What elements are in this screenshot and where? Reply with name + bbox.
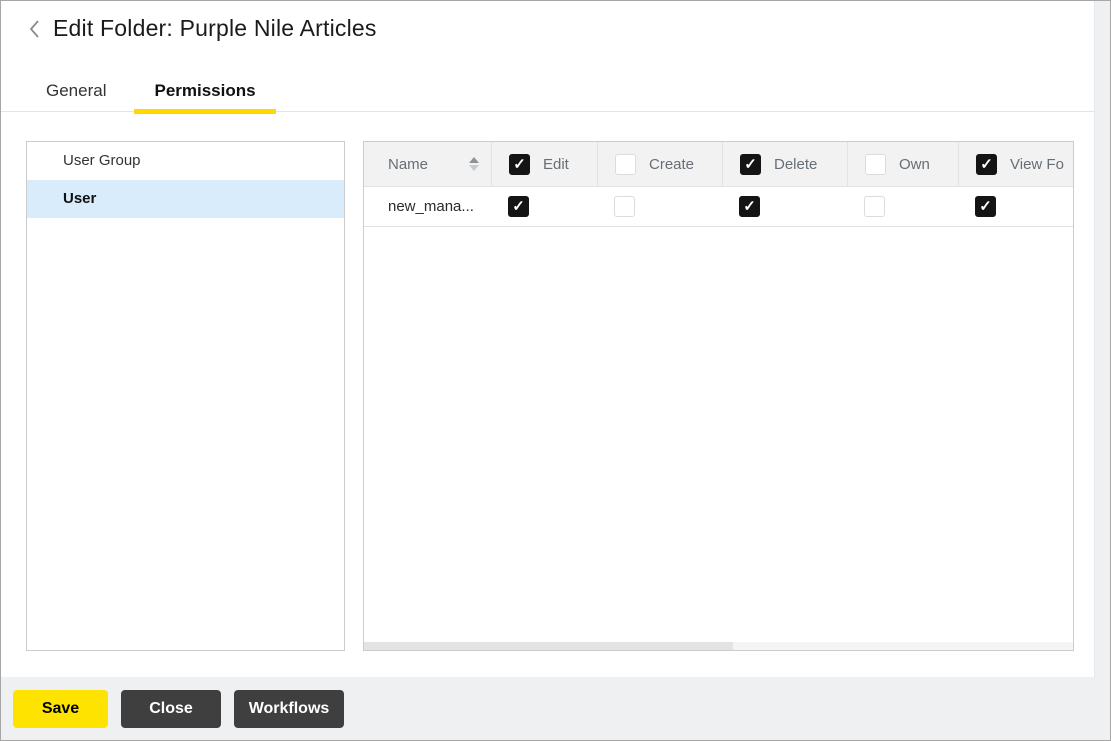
column-header-create-label: Create [649, 155, 695, 173]
column-header-own-label: Own [899, 155, 930, 173]
row-create-cell [597, 187, 722, 226]
row-delete-cell [722, 187, 847, 226]
column-header-name[interactable]: Name [364, 142, 491, 186]
row-delete-checkbox[interactable] [739, 196, 760, 217]
table-header-row: Name Edit Create Delete Own [364, 142, 1073, 187]
edit-select-all-checkbox[interactable] [509, 153, 530, 175]
row-view-folder-cell [958, 187, 1073, 226]
workflows-button[interactable]: Workflows [234, 689, 344, 728]
edit-folder-dialog: Edit Folder: Purple Nile Articles Genera… [0, 0, 1111, 741]
row-own-checkbox[interactable] [864, 196, 885, 217]
sort-desc-icon [469, 165, 479, 171]
row-own-cell [847, 187, 958, 226]
row-name-cell: new_mana... [364, 187, 491, 226]
row-view-folder-checkbox[interactable] [975, 196, 996, 217]
column-header-delete: Delete [722, 142, 847, 186]
close-button[interactable]: Close [121, 689, 221, 728]
column-header-edit: Edit [491, 142, 597, 186]
tab-bar: General Permissions [1, 71, 1095, 114]
column-header-view-folder: View Fo [958, 142, 1073, 186]
own-select-all-checkbox[interactable] [865, 153, 886, 175]
action-bar: Save Close Workflows [1, 677, 1110, 740]
column-header-view-folder-label: View Fo [1010, 155, 1064, 173]
tab-permissions-label: Permissions [154, 81, 256, 100]
sidebar-item-label: User Group [63, 152, 141, 169]
back-button[interactable] [25, 16, 43, 42]
view-select-all-checkbox[interactable] [976, 153, 997, 175]
subject-type-panel: User Group User [26, 141, 345, 651]
column-header-name-label: Name [388, 155, 429, 173]
sort-icon[interactable] [469, 157, 479, 171]
horizontal-scrollbar[interactable] [364, 642, 1073, 650]
column-header-edit-label: Edit [543, 155, 569, 173]
chevron-left-icon [28, 19, 40, 39]
row-edit-cell [491, 187, 597, 226]
delete-select-all-checkbox[interactable] [740, 153, 761, 175]
titlebar: Edit Folder: Purple Nile Articles [25, 15, 377, 42]
column-header-delete-label: Delete [774, 155, 818, 173]
page-title: Edit Folder: Purple Nile Articles [53, 15, 377, 41]
row-name-label: new_mana... [388, 198, 474, 215]
horizontal-scrollbar-thumb[interactable] [364, 642, 733, 650]
sidebar-item-label: User [63, 190, 97, 207]
tab-general[interactable]: General [26, 71, 126, 111]
vertical-scrollbar-gutter [1094, 1, 1110, 740]
tab-permissions[interactable]: Permissions [134, 71, 276, 114]
sort-asc-icon [469, 157, 479, 163]
sidebar-item-user-group[interactable]: User Group [27, 142, 344, 180]
row-edit-checkbox[interactable] [508, 196, 529, 217]
sidebar-item-user[interactable]: User [27, 180, 344, 218]
table-row: new_mana... [364, 187, 1073, 227]
permissions-table: Name Edit Create Delete Own [363, 141, 1074, 651]
tab-general-label: General [46, 81, 107, 100]
create-select-all-checkbox[interactable] [615, 153, 636, 175]
column-header-create: Create [597, 142, 722, 186]
row-create-checkbox[interactable] [614, 196, 635, 217]
save-button[interactable]: Save [13, 689, 108, 728]
column-header-own: Own [847, 142, 958, 186]
